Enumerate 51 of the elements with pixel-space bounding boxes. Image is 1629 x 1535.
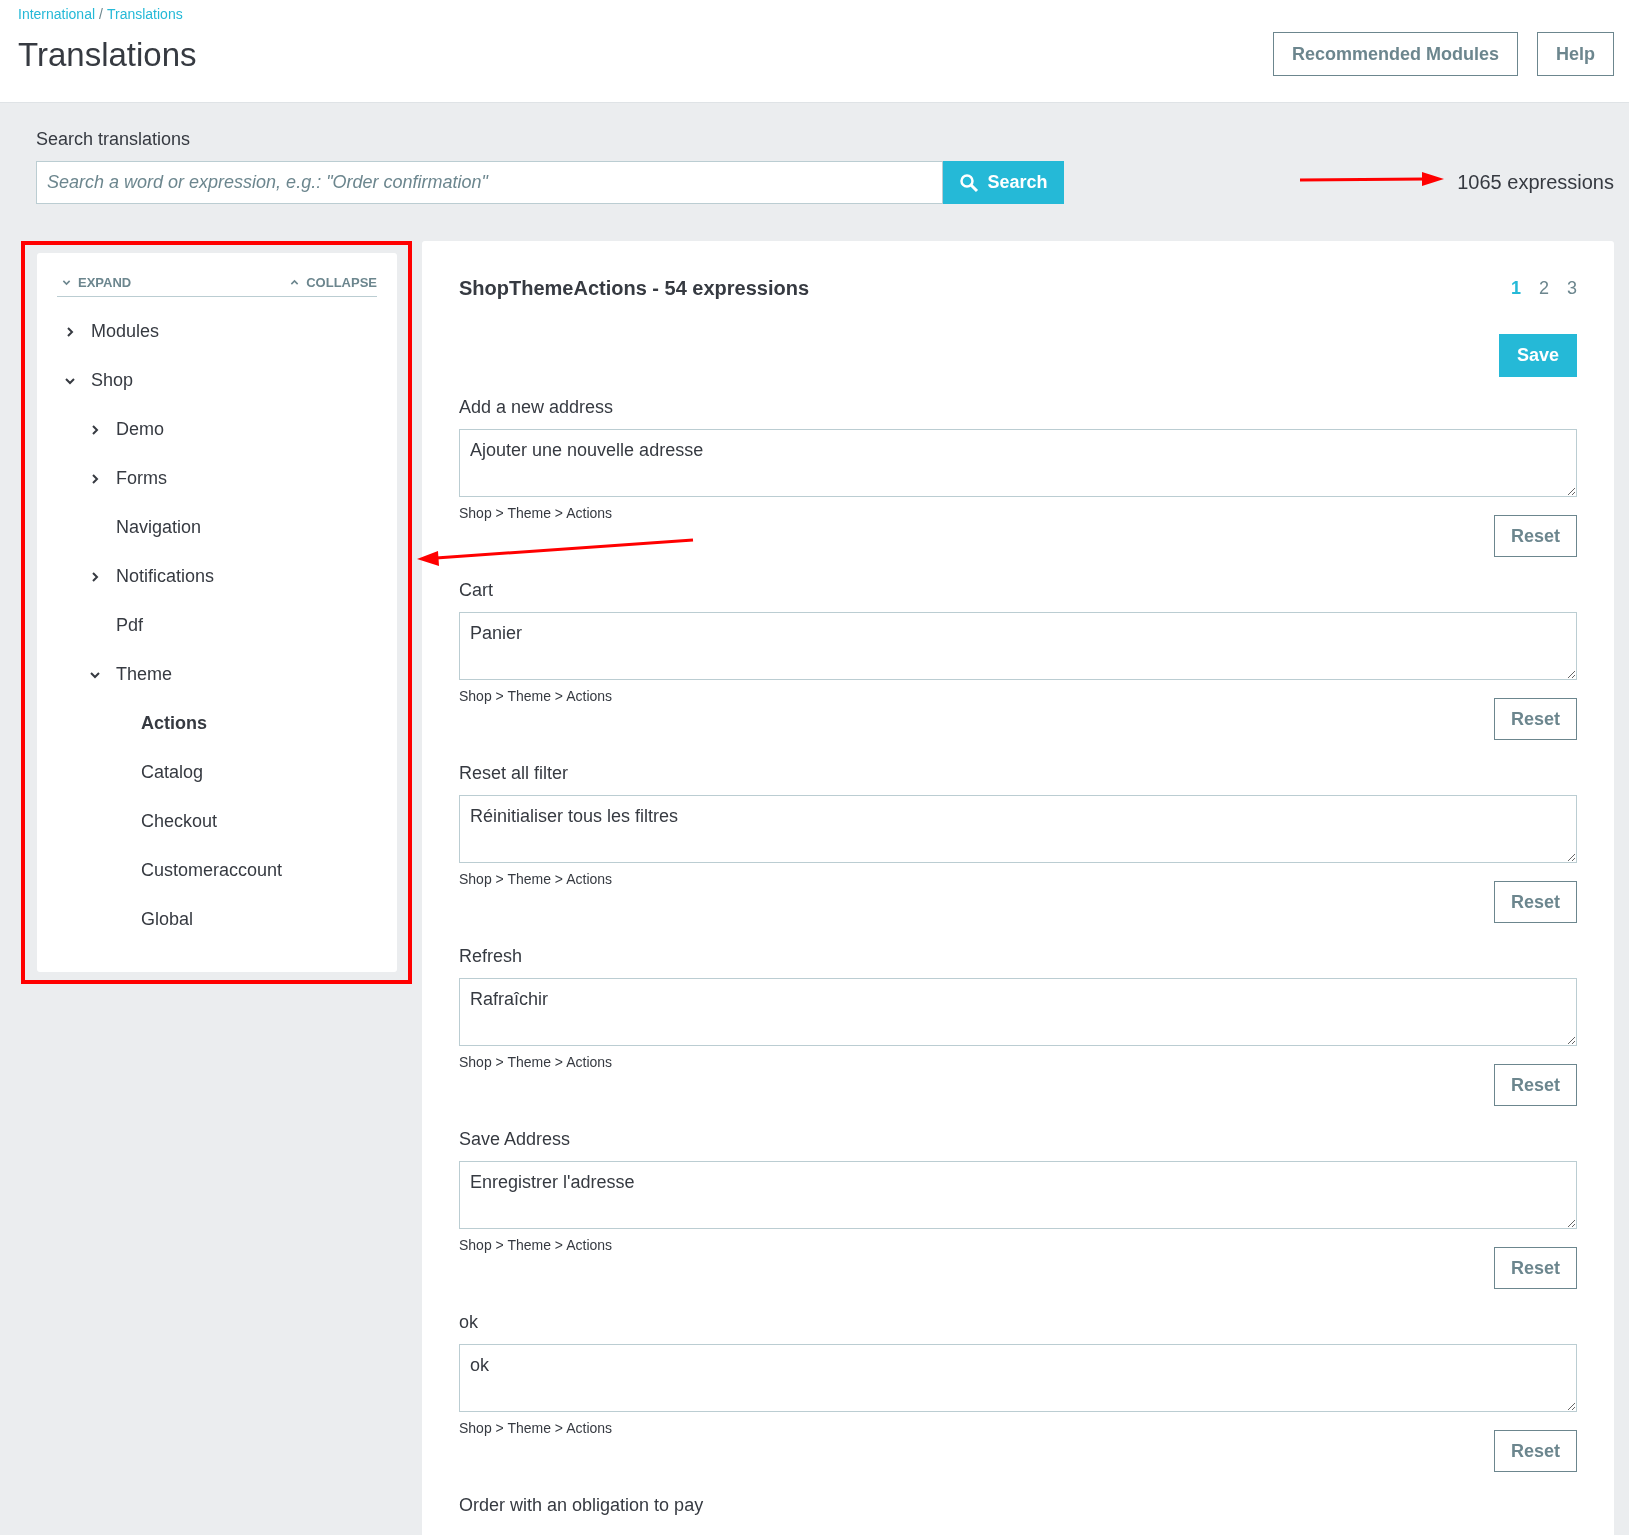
header-button[interactable]: Recommended Modules xyxy=(1272,32,1518,76)
expression-label: Refresh xyxy=(459,945,524,968)
search-field[interactable]: Search a word or expression, e.g.: "Order confirmation" xyxy=(36,161,943,204)
tree-item[interactable]: Theme xyxy=(116,664,173,685)
domain-path: Shop > Theme > Actions xyxy=(459,1419,613,1438)
tree-item[interactable]: Customeraccount xyxy=(141,860,283,881)
tree-item[interactable]: Checkout xyxy=(141,811,218,832)
translation-field[interactable]: Ajouter une nouvelle adresse xyxy=(459,429,1577,497)
page-link[interactable]: 2 xyxy=(1538,278,1549,299)
tree-item[interactable]: Catalog xyxy=(141,762,204,783)
expression-label: Reset all filter xyxy=(459,762,570,785)
tree-item[interactable]: Navigation xyxy=(116,517,202,538)
reset-button[interactable]: Reset xyxy=(1493,1430,1577,1472)
translation-field[interactable]: Réinitialiser tous les filtres xyxy=(459,795,1577,863)
domain-path: Shop > Theme > Actions xyxy=(459,504,613,523)
reset-button[interactable]: Reset xyxy=(1493,881,1577,923)
breadcrumb-separator: / xyxy=(99,6,103,22)
domain-path: Shop > Theme > Actions xyxy=(459,870,613,889)
search-icon xyxy=(959,172,980,193)
domain-path: Shop > Theme > Actions xyxy=(459,1236,613,1255)
expression-count: 1065 expressions xyxy=(1457,171,1614,194)
expression-label: Order with an obligation to pay xyxy=(459,1494,705,1517)
expression-label: Save Address xyxy=(459,1128,572,1151)
tree-item[interactable]: Actions xyxy=(141,713,207,734)
collapse-button[interactable]: COLLAPSE xyxy=(285,275,377,290)
tree-item[interactable]: Forms xyxy=(116,468,167,489)
translation-field[interactable]: ok xyxy=(459,1344,1577,1412)
header-button[interactable]: Help xyxy=(1537,32,1614,76)
tree-item[interactable]: Modules xyxy=(91,321,160,342)
page-title: Translations xyxy=(18,36,197,74)
tree-item[interactable]: Demo xyxy=(116,419,164,440)
search-label: Search translations xyxy=(36,129,192,150)
expand-button[interactable]: EXPAND xyxy=(57,275,132,290)
tree-item[interactable]: Global xyxy=(141,909,194,930)
domain-path: Shop > Theme > Actions xyxy=(459,687,613,706)
domain-path: Shop > Theme > Actions xyxy=(459,1053,613,1072)
reset-button[interactable]: Reset xyxy=(1493,515,1577,557)
section-title: ShopThemeActions - 54 expressions xyxy=(459,277,810,300)
translation-field[interactable]: Rafraîchir xyxy=(459,978,1577,1046)
tree-item[interactable]: Notifications xyxy=(116,566,215,587)
expression-label: Add a new address xyxy=(459,396,615,419)
tree-item[interactable]: Pdf xyxy=(116,615,144,636)
reset-button[interactable]: Reset xyxy=(1493,698,1577,740)
translation-field[interactable]: Enregistrer l'adresse xyxy=(459,1161,1577,1229)
reset-button[interactable]: Reset xyxy=(1493,1064,1577,1106)
expression-label: Cart xyxy=(459,579,494,602)
page-link[interactable]: 3 xyxy=(1567,278,1577,299)
tree-item[interactable]: Shop xyxy=(91,370,134,391)
translation-field[interactable]: Panier xyxy=(459,612,1577,680)
reset-button[interactable]: Reset xyxy=(1493,1247,1577,1289)
expression-label: ok xyxy=(459,1311,479,1334)
